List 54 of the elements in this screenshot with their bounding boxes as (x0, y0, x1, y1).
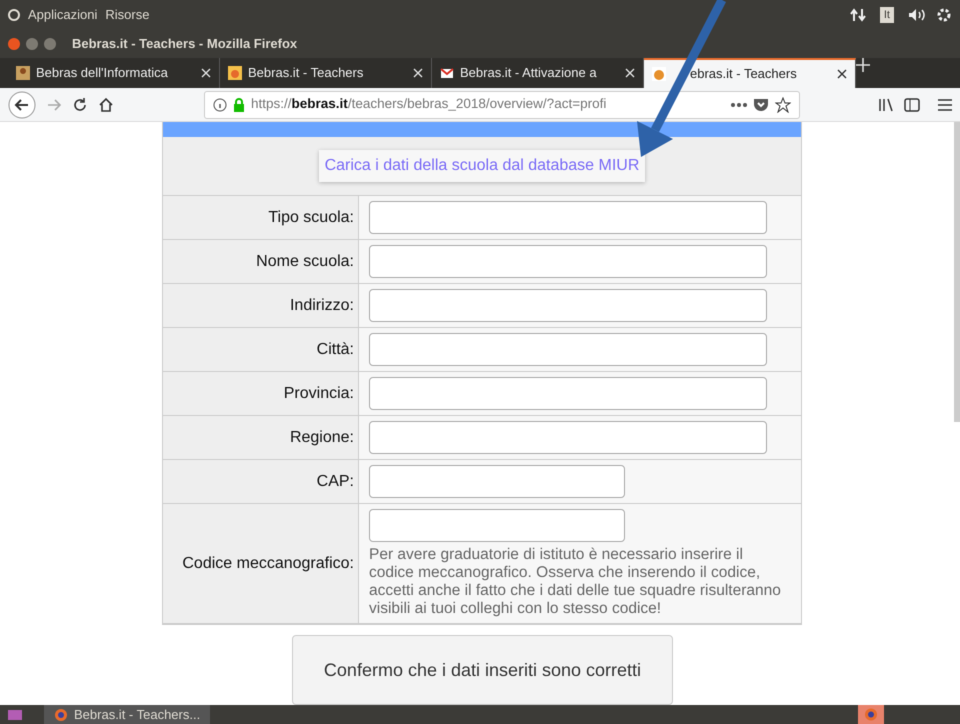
firefox-icon[interactable] (858, 705, 884, 724)
help-text: Per avere graduatorie di istituto è necessario inserire il codice meccanografico. Osserva che inserendo il codice, accetti anche il fatto che i dati delle tue squadre risulteranno visibili ai tuoi colleghi con lo stesso codice! (369, 546, 782, 618)
text-field[interactable] (369, 289, 767, 322)
pocket-icon[interactable] (753, 98, 769, 112)
field-label: Nome scuola: (256, 252, 354, 272)
window-title: Bebras.it - Teachers - Mozilla Firefox (72, 35, 298, 54)
close-icon[interactable] (837, 69, 847, 79)
new-tab-icon[interactable] (856, 58, 870, 72)
home-icon[interactable] (98, 96, 114, 112)
settings-icon[interactable] (936, 7, 952, 23)
library-icon[interactable] (878, 98, 894, 112)
reload-icon[interactable] (72, 96, 88, 112)
text-field[interactable] (369, 333, 767, 366)
maximize-button[interactable] (44, 38, 56, 50)
text-field[interactable] (369, 509, 625, 542)
keyboard-layout-indicator[interactable]: It (880, 6, 894, 24)
scrollbar[interactable] (954, 122, 960, 422)
taskbar-window-title: Bebras.it - Teachers... (74, 706, 200, 724)
url-text: https://bebras.it/teachers/bebras_2018/overview/?act=profi (251, 95, 608, 114)
field-label: Città: (316, 340, 354, 360)
back-icon[interactable] (8, 90, 36, 118)
field-label: Regione: (290, 428, 354, 448)
firefox-icon (54, 708, 68, 722)
site-icon (228, 66, 242, 80)
browser-tab[interactable]: ebras.it - Teachers (644, 58, 856, 88)
site-icon (440, 66, 454, 80)
sidebar-icon[interactable] (904, 98, 920, 112)
taskbar-window-button[interactable]: Bebras.it - Teachers... (44, 705, 210, 724)
bookmark-star-icon[interactable] (775, 96, 791, 112)
confirm-button[interactable]: Confermo che i dati inseriti sono corretti (292, 635, 673, 705)
menu-icon[interactable] (938, 98, 952, 110)
info-icon[interactable] (213, 98, 227, 112)
text-field[interactable] (369, 201, 767, 234)
lock-icon (233, 98, 245, 112)
text-field[interactable] (369, 377, 767, 410)
menu-item[interactable]: Risorse (105, 5, 150, 25)
network-icon[interactable] (850, 8, 866, 22)
field-label: CAP: (316, 472, 354, 492)
minimize-button[interactable] (26, 38, 38, 50)
menu-item[interactable]: Applicazioni (28, 5, 98, 25)
field-label: Tipo scuola: (268, 208, 354, 228)
close-button[interactable] (8, 38, 20, 50)
site-icon (652, 67, 666, 81)
field-label: Indirizzo: (290, 296, 354, 316)
site-icon (16, 66, 30, 80)
more-icon[interactable] (731, 102, 747, 106)
field-label: Provincia: (284, 384, 354, 404)
text-field[interactable] (369, 421, 767, 454)
load-school-data-button[interactable]: Carica i dati della scuola dal database MIUR (318, 150, 646, 182)
address-bar[interactable]: https://bebras.it/teachers/bebras_2018/overview/?act=profi (204, 90, 800, 118)
text-field[interactable] (369, 245, 767, 278)
field-label: Codice meccanografico: (182, 554, 354, 574)
text-field[interactable] (369, 465, 625, 498)
ubuntu-logo-icon[interactable] (8, 9, 20, 21)
